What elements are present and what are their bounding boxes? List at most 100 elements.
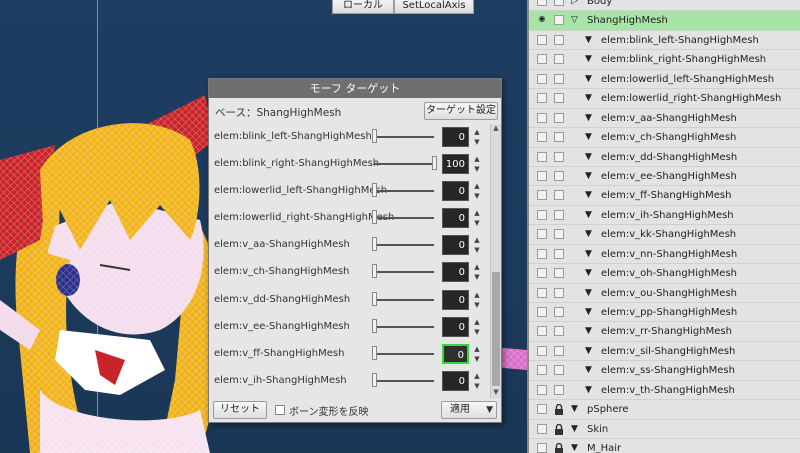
collapse-arrow-icon[interactable]: ▼ <box>585 384 592 396</box>
spin-up-icon[interactable]: ▲ <box>471 344 483 354</box>
lock-toggle[interactable] <box>554 112 564 123</box>
slider-handle[interactable] <box>372 237 377 252</box>
spin-up-icon[interactable]: ▲ <box>471 181 483 191</box>
spin-down-icon[interactable]: ▼ <box>471 191 483 201</box>
apply-button[interactable]: 適用 ▼ <box>441 401 497 419</box>
outliner-row[interactable]: ▼ elem:v_kk-ShangHighMesh <box>529 225 800 245</box>
visibility-toggle[interactable] <box>537 0 547 6</box>
lock-toggle[interactable] <box>554 248 564 259</box>
lock-toggle[interactable] <box>554 73 564 84</box>
outliner-row[interactable]: ▼ elem:v_pp-ShangHighMesh <box>529 303 800 323</box>
spin-up-icon[interactable]: ▲ <box>471 262 483 272</box>
weight-spinner[interactable]: ▲ ▼ <box>471 290 483 310</box>
visibility-toggle[interactable] <box>537 151 547 162</box>
collapse-arrow-icon[interactable]: ▼ <box>585 228 592 240</box>
outliner-row[interactable]: ▼ elem:v_oh-ShangHighMesh <box>529 264 800 284</box>
outliner-row[interactable]: ▼ Skin <box>529 419 800 440</box>
outliner-row[interactable]: ▼ elem:blink_right-ShangHighMesh <box>529 50 800 70</box>
outliner-row[interactable]: ▼ elem:blink_left-ShangHighMesh <box>529 30 800 51</box>
collapse-arrow-icon[interactable]: ▼ <box>585 267 592 279</box>
lock-icon[interactable] <box>554 442 564 453</box>
lock-toggle[interactable] <box>554 170 564 181</box>
lock-toggle[interactable] <box>554 54 564 65</box>
visibility-toggle[interactable] <box>537 132 547 143</box>
outliner-row[interactable]: ▼ elem:v_dd-ShangHighMesh <box>529 147 800 167</box>
scroll-up-arrow-icon[interactable]: ▲ <box>491 124 501 134</box>
outliner-row[interactable]: ▼ M_Hair <box>529 439 800 453</box>
visibility-toggle[interactable] <box>537 170 547 181</box>
morph-weight-slider[interactable] <box>374 217 434 220</box>
lock-toggle[interactable] <box>554 287 564 298</box>
collapse-arrow-icon[interactable]: ▼ <box>585 364 592 376</box>
outliner-row[interactable]: ▼ elem:v_ss-ShangHighMesh <box>529 361 800 381</box>
morph-weight-input[interactable]: 0 <box>442 316 469 337</box>
collapse-arrow-icon[interactable]: ▼ <box>571 442 578 453</box>
weight-spinner[interactable]: ▲ ▼ <box>471 371 483 391</box>
visibility-toggle[interactable] <box>537 326 547 337</box>
lock-toggle[interactable] <box>554 229 564 240</box>
collapse-arrow-icon[interactable]: ▼ <box>571 403 578 415</box>
outliner-row[interactable]: ▼ elem:lowerlid_right-ShangHighMesh <box>529 89 800 109</box>
collapse-arrow-icon[interactable]: ▼ <box>585 73 592 85</box>
spin-up-icon[interactable]: ▲ <box>471 127 483 137</box>
slider-handle[interactable] <box>432 156 437 171</box>
visibility-toggle[interactable] <box>537 384 547 395</box>
weight-spinner[interactable]: ▲ ▼ <box>471 317 483 337</box>
visibility-toggle[interactable] <box>537 268 547 279</box>
expand-arrow-icon[interactable]: ▷ <box>571 0 578 7</box>
lock-toggle[interactable] <box>554 307 564 317</box>
collapse-arrow-icon[interactable]: ▼ <box>585 306 592 318</box>
visibility-toggle[interactable] <box>537 365 547 376</box>
lock-toggle[interactable] <box>554 190 564 201</box>
target-settings-button[interactable]: ターゲット設定 <box>424 102 498 120</box>
weight-spinner[interactable]: ▲ ▼ <box>471 181 483 201</box>
outliner-row[interactable]: ▼ elem:lowerlid_left-ShangHighMesh <box>529 69 800 90</box>
scroll-thumb[interactable] <box>492 272 500 386</box>
weight-spinner[interactable]: ▲ ▼ <box>471 154 483 174</box>
slider-handle[interactable] <box>372 129 377 143</box>
collapse-arrow-icon[interactable]: ▼ <box>585 209 592 221</box>
spin-down-icon[interactable]: ▼ <box>471 137 483 147</box>
collapse-arrow-icon[interactable]: ▼ <box>571 423 578 435</box>
visibility-toggle[interactable] <box>537 54 547 65</box>
visibility-toggle[interactable] <box>537 112 547 123</box>
slider-handle[interactable] <box>372 264 377 279</box>
visibility-toggle[interactable] <box>537 93 547 104</box>
bone-deform-checkbox[interactable] <box>275 405 285 415</box>
spin-down-icon[interactable]: ▼ <box>471 164 483 174</box>
visibility-toggle[interactable] <box>537 34 547 45</box>
visibility-toggle[interactable] <box>537 190 547 201</box>
collapse-arrow-icon[interactable]: ▼ <box>585 53 592 65</box>
morph-weight-input[interactable]: 0 <box>442 235 469 256</box>
spin-up-icon[interactable]: ▲ <box>471 154 483 164</box>
morph-weight-input[interactable]: 0 <box>442 262 469 283</box>
weight-spinner[interactable]: ▲ ▼ <box>471 262 483 282</box>
collapse-arrow-icon[interactable]: ▼ <box>585 287 592 299</box>
morph-weight-slider[interactable] <box>374 325 434 328</box>
spin-down-icon[interactable]: ▼ <box>471 245 483 255</box>
outliner-row[interactable]: ▼ elem:v_ee-ShangHighMesh <box>529 166 800 187</box>
set-local-axis-button[interactable]: SetLocalAxis <box>394 0 474 14</box>
morph-weight-slider[interactable] <box>374 163 434 166</box>
visibility-toggle[interactable] <box>537 229 547 240</box>
morph-weight-input[interactable]: 0 <box>442 370 469 391</box>
weight-spinner[interactable]: ▲ ▼ <box>471 127 483 147</box>
slider-handle[interactable] <box>372 291 377 306</box>
lock-toggle[interactable] <box>554 384 564 395</box>
collapse-arrow-icon[interactable]: ▼ <box>585 151 592 163</box>
spin-down-icon[interactable]: ▼ <box>471 327 483 337</box>
scroll-down-arrow-icon[interactable]: ▼ <box>491 388 501 398</box>
slider-handle[interactable] <box>372 318 377 333</box>
slider-handle[interactable] <box>372 210 377 225</box>
lock-toggle[interactable] <box>554 209 564 220</box>
spin-down-icon[interactable]: ▼ <box>471 218 483 228</box>
spin-up-icon[interactable]: ▲ <box>471 208 483 218</box>
morph-weight-input[interactable]: 100 <box>442 154 469 175</box>
morph-weight-input[interactable]: 0 <box>442 343 469 364</box>
reset-button[interactable]: リセット <box>213 401 267 419</box>
morph-weight-slider[interactable] <box>374 379 434 382</box>
morph-weight-slider[interactable] <box>374 244 434 247</box>
slider-handle[interactable] <box>372 345 377 360</box>
lock-toggle[interactable] <box>554 93 564 104</box>
lock-toggle[interactable] <box>554 0 564 6</box>
